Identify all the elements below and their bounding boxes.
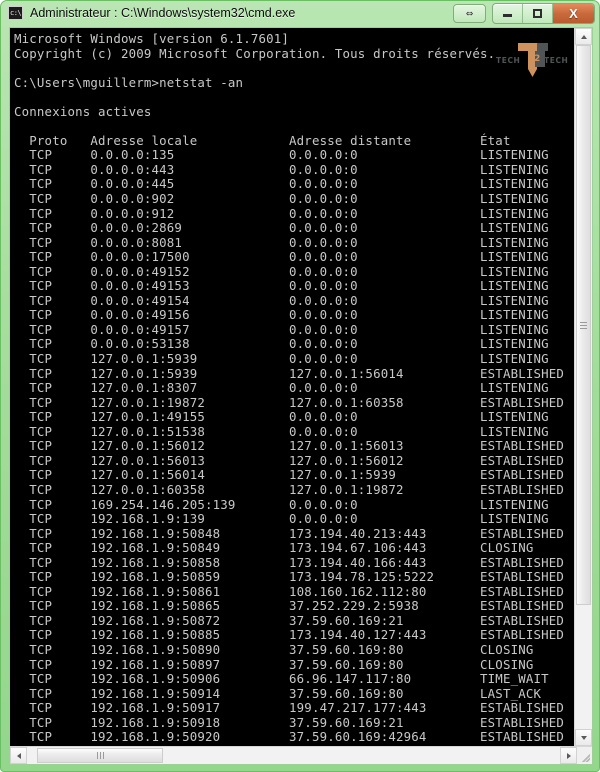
table-row: TCP 127.0.0.1:19872 127.0.0.1:60358 ESTA… bbox=[14, 394, 565, 410]
table-row: TCP 0.0.0.0:902 0.0.0.0:0 LISTENING bbox=[14, 191, 549, 207]
table-row: TCP 192.168.1.9:50848 173.194.40.213:443… bbox=[14, 525, 565, 541]
console-line-version: Microsoft Windows [version 6.1.7601] bbox=[14, 31, 290, 46]
scroll-up-arrow-icon bbox=[580, 34, 587, 39]
scroll-left-button[interactable] bbox=[10, 747, 27, 764]
table-row: TCP 192.168.1.9:50865 37.252.229.2:5938 … bbox=[14, 598, 565, 614]
table-row: TCP 0.0.0.0:49154 0.0.0.0:0 LISTENING bbox=[14, 292, 549, 308]
close-button[interactable]: X bbox=[553, 3, 594, 23]
scrollbar-grip-icon bbox=[580, 320, 587, 331]
console-client-area: TECH 2 TECH Microsoft Windows [version 6… bbox=[9, 27, 593, 765]
table-row: TCP 0.0.0.0:17500 0.0.0.0:0 LISTENING bbox=[14, 249, 549, 265]
console-output[interactable]: TECH 2 TECH Microsoft Windows [version 6… bbox=[10, 28, 574, 746]
title-bar[interactable]: Administrateur : C:\Windows\system32\cmd… bbox=[1, 1, 599, 25]
scroll-down-arrow-icon bbox=[580, 735, 587, 740]
table-row: TCP 0.0.0.0:912 0.0.0.0:0 LISTENING bbox=[14, 205, 549, 221]
connection-rows: TCP 0.0.0.0:135 0.0.0.0:0 LISTENING TCP … bbox=[14, 148, 574, 746]
scroll-right-button[interactable] bbox=[560, 747, 577, 764]
table-row: TCP 0.0.0.0:443 0.0.0.0:0 LISTENING bbox=[14, 161, 549, 177]
table-row: TCP 127.0.0.1:56013 127.0.0.1:56012 ESTA… bbox=[14, 452, 565, 468]
table-row: TCP 127.0.0.1:5939 0.0.0.0:0 LISTENING bbox=[14, 351, 549, 367]
vertical-scrollbar-track[interactable] bbox=[575, 45, 592, 729]
scroll-right-arrow-icon bbox=[566, 752, 571, 759]
table-row: TCP 192.168.1.9:50861 108.160.162.112:80… bbox=[14, 583, 565, 599]
table-row: TCP 127.0.0.1:5939 127.0.0.1:56014 ESTAB… bbox=[14, 365, 565, 381]
minimize-button[interactable] bbox=[493, 3, 523, 23]
table-row: TCP 0.0.0.0:49156 0.0.0.0:0 LISTENING bbox=[14, 307, 549, 323]
table-row: TCP 0.0.0.0:2869 0.0.0.0:0 LISTENING bbox=[14, 220, 549, 236]
table-row: TCP 127.0.0.1:60358 127.0.0.1:19872 ESTA… bbox=[14, 481, 565, 497]
scroll-up-button[interactable] bbox=[575, 28, 592, 45]
horizontal-scrollbar[interactable] bbox=[10, 746, 592, 764]
window-controls: ⇔ X bbox=[453, 2, 595, 24]
table-row: TCP 0.0.0.0:49152 0.0.0.0:0 LISTENING bbox=[14, 263, 549, 279]
table-row: TCP 192.168.1.9:50918 37.59.60.169:21 ES… bbox=[14, 714, 565, 730]
scroll-left-arrow-icon bbox=[16, 752, 21, 759]
table-row: TCP 192.168.1.9:50914 37.59.60.169:80 LA… bbox=[14, 685, 542, 701]
table-row: TCP 192.168.1.9:50921 37.59.60.169:80 ES… bbox=[14, 744, 574, 746]
table-row: TCP 192.168.1.9:50885 173.194.40.127:443… bbox=[14, 627, 565, 643]
console-prompt-line: C:\Users\mguillerm>netstat -an bbox=[14, 74, 244, 90]
horizontal-scrollbar-track[interactable] bbox=[27, 747, 560, 764]
vertical-scrollbar-thumb[interactable] bbox=[576, 45, 591, 605]
maximize-button[interactable] bbox=[523, 3, 553, 23]
table-row: TCP 192.168.1.9:50872 37.59.60.169:21 ES… bbox=[14, 612, 565, 628]
table-row: TCP 192.168.1.9:50897 37.59.60.169:80 CL… bbox=[14, 656, 534, 672]
table-row: TCP 0.0.0.0:49157 0.0.0.0:0 LISTENING bbox=[14, 321, 549, 337]
table-row: TCP 127.0.0.1:49155 0.0.0.0:0 LISTENING bbox=[14, 409, 549, 425]
console-and-vscroll: TECH 2 TECH Microsoft Windows [version 6… bbox=[10, 28, 592, 746]
scroll-down-button[interactable] bbox=[575, 729, 592, 746]
console-column-headers: Proto Adresse locale Adresse distante Ét… bbox=[14, 132, 511, 148]
window-resize-grip[interactable] bbox=[577, 747, 592, 764]
restore-icon: ⇔ bbox=[465, 6, 474, 20]
table-row: TCP 192.168.1.9:50858 173.194.40.166:443… bbox=[14, 554, 565, 570]
table-row: TCP 0.0.0.0:135 0.0.0.0:0 LISTENING bbox=[14, 147, 549, 163]
table-row: TCP 0.0.0.0:8081 0.0.0.0:0 LISTENING bbox=[14, 234, 549, 250]
table-row: TCP 192.168.1.9:50920 37.59.60.169:42964… bbox=[14, 729, 565, 745]
table-row: TCP 127.0.0.1:56014 127.0.0.1:5939 ESTAB… bbox=[14, 467, 565, 483]
table-row: TCP 127.0.0.1:51538 0.0.0.0:0 LISTENING bbox=[14, 423, 549, 439]
vertical-scrollbar[interactable] bbox=[574, 28, 592, 746]
table-row: TCP 192.168.1.9:50906 66.96.147.117:80 T… bbox=[14, 671, 549, 687]
window-button-group: X bbox=[492, 2, 595, 24]
restore-down-button[interactable]: ⇔ bbox=[453, 3, 486, 23]
table-row: TCP 0.0.0.0:49153 0.0.0.0:0 LISTENING bbox=[14, 278, 549, 294]
table-row: TCP 127.0.0.1:8307 0.0.0.0:0 LISTENING bbox=[14, 380, 549, 396]
maximize-icon bbox=[533, 8, 542, 18]
console-section-title: Connexions actives bbox=[14, 103, 152, 119]
horizontal-scrollbar-thumb[interactable] bbox=[37, 748, 163, 763]
scrollbar-grip-icon bbox=[96, 752, 104, 759]
console-line-copyright: Copyright (c) 2009 Microsoft Corporation… bbox=[14, 45, 496, 61]
table-row: TCP 0.0.0.0:53138 0.0.0.0:0 LISTENING bbox=[14, 336, 549, 352]
cmd-console-icon bbox=[8, 6, 23, 20]
table-row: TCP 192.168.1.9:50890 37.59.60.169:80 CL… bbox=[14, 641, 534, 657]
minimize-icon bbox=[503, 14, 512, 17]
table-row: TCP 169.254.146.205:139 0.0.0.0:0 LISTEN… bbox=[14, 496, 549, 512]
table-row: TCP 192.168.1.9:50917 199.47.217.177:443… bbox=[14, 700, 565, 716]
cmd-window: Administrateur : C:\Windows\system32\cmd… bbox=[0, 0, 600, 772]
table-row: TCP 192.168.1.9:139 0.0.0.0:0 LISTENING bbox=[14, 511, 549, 527]
close-icon: X bbox=[569, 5, 578, 21]
table-row: TCP 0.0.0.0:445 0.0.0.0:0 LISTENING bbox=[14, 176, 549, 192]
table-row: TCP 192.168.1.9:50859 173.194.78.125:522… bbox=[14, 569, 565, 585]
window-title: Administrateur : C:\Windows\system32\cmd… bbox=[30, 6, 296, 20]
table-row: TCP 127.0.0.1:56012 127.0.0.1:56013 ESTA… bbox=[14, 438, 565, 454]
table-row: TCP 192.168.1.9:50849 173.194.67.106:443… bbox=[14, 540, 534, 556]
